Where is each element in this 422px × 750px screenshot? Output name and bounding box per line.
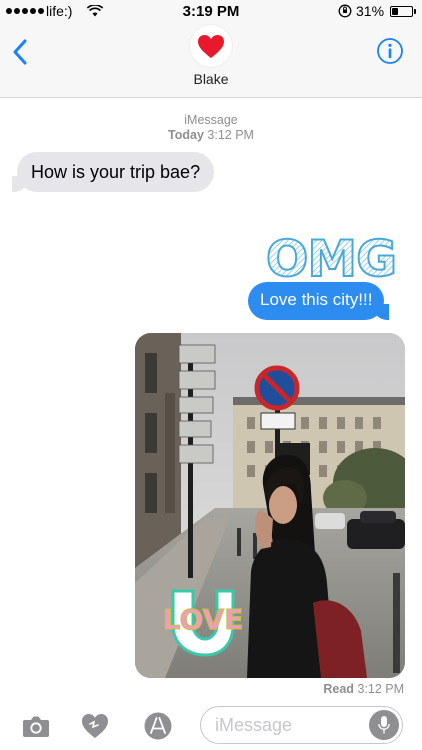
- contact-name[interactable]: Blake: [0, 71, 422, 87]
- message-input-bar: iMessage: [0, 700, 422, 750]
- battery-percentage: 31%: [356, 3, 385, 19]
- message-input[interactable]: iMessage: [200, 706, 403, 744]
- contact-avatar[interactable]: [190, 25, 232, 67]
- read-label: Read: [323, 682, 354, 696]
- omg-sticker[interactable]: OMG: [264, 230, 398, 282]
- message-input-placeholder: iMessage: [215, 715, 293, 735]
- sticker-text: OMG: [266, 230, 396, 282]
- heart-icon: [198, 35, 224, 58]
- read-time: 3:12 PM: [357, 682, 404, 696]
- photo-image: LOVE: [135, 333, 405, 678]
- message-text: Love this city!!!: [260, 290, 373, 309]
- digital-touch-icon[interactable]: [80, 711, 110, 741]
- app-store-icon[interactable]: [143, 711, 173, 741]
- back-chevron-icon[interactable]: [10, 38, 32, 66]
- camera-icon[interactable]: [21, 711, 51, 741]
- sticker-text: LOVE: [163, 603, 244, 636]
- microphone-icon: [378, 716, 390, 734]
- battery-icon: [390, 6, 413, 17]
- status-bar: life:) 3:19 PM 31%: [0, 0, 422, 24]
- date-time: 3:12 PM: [207, 128, 254, 142]
- date-day: Today: [168, 128, 204, 142]
- battery-cap: [414, 9, 416, 14]
- microphone-button[interactable]: [369, 710, 399, 740]
- outgoing-message-bubble[interactable]: Love this city!!!: [248, 282, 390, 320]
- conversation-header: Blake: [0, 24, 422, 98]
- date-line: Today 3:12 PM: [0, 128, 422, 143]
- info-icon[interactable]: [376, 37, 404, 65]
- incoming-message-bubble[interactable]: How is your trip bae?: [11, 152, 215, 192]
- read-receipt: Read 3:12 PM: [323, 682, 404, 696]
- photo-message[interactable]: LOVE: [135, 333, 405, 678]
- orientation-lock-icon: [338, 4, 352, 18]
- service-label: iMessage: [184, 113, 238, 127]
- message-text: How is your trip bae?: [31, 162, 201, 182]
- conversation-timestamp: iMessage Today 3:12 PM: [0, 113, 422, 143]
